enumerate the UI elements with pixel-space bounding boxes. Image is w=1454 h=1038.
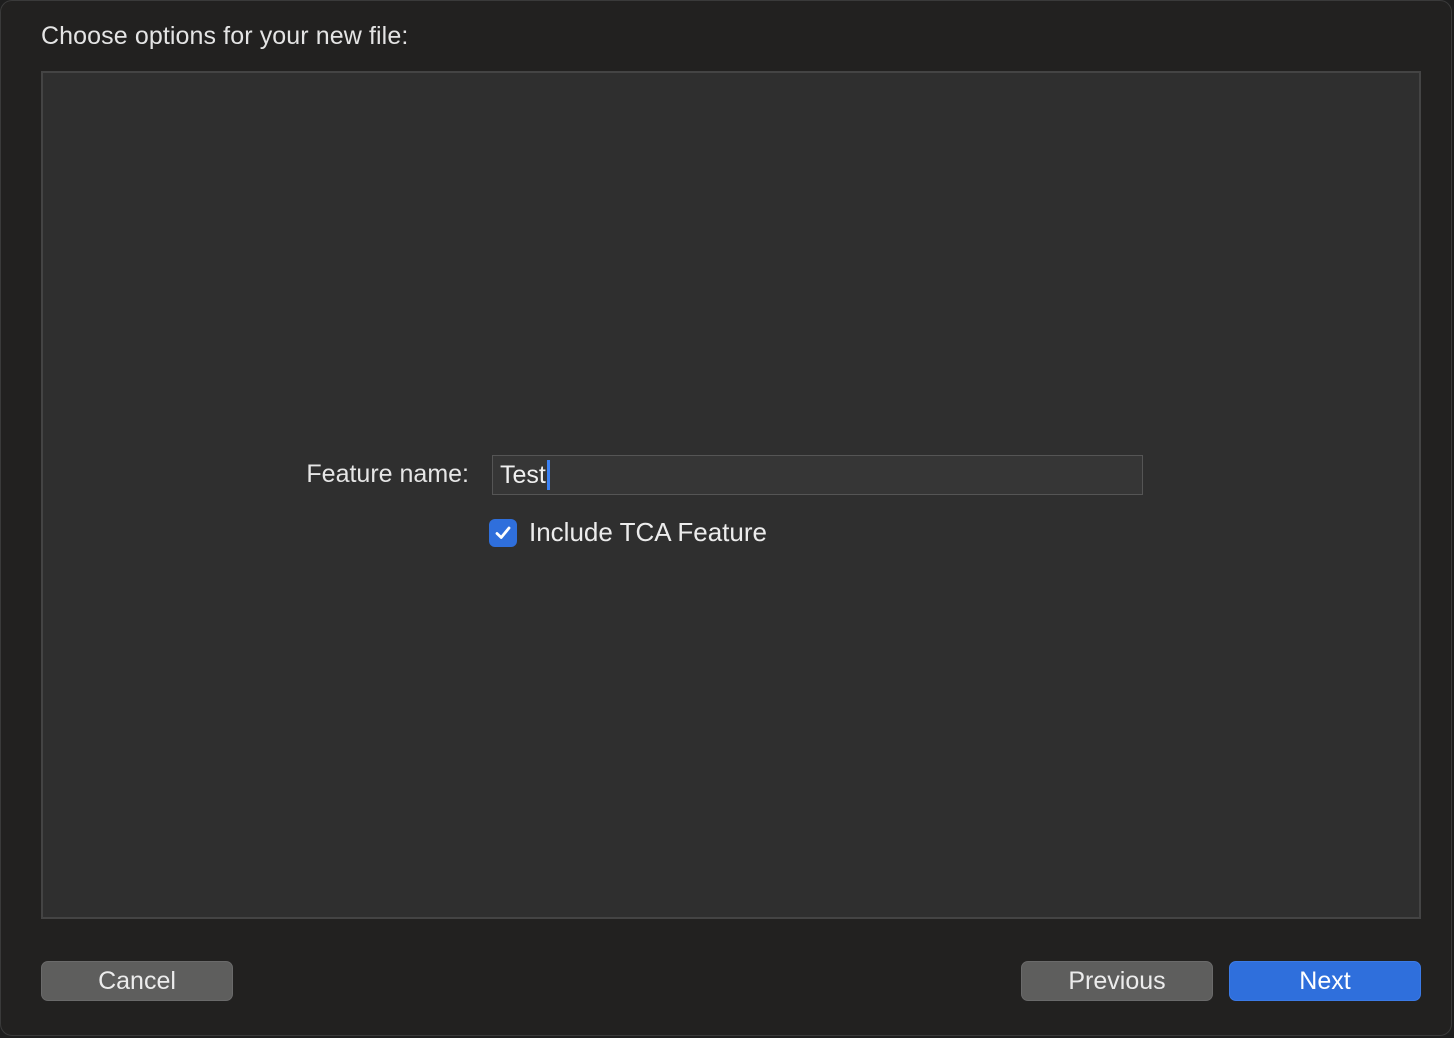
feature-name-input[interactable]: Test [492,455,1143,495]
dialog-title: Choose options for your new file: [41,22,409,50]
new-file-options-dialog: Choose options for your new file: Featur… [0,0,1452,1036]
cancel-button[interactable]: Cancel [41,961,233,1001]
previous-button[interactable]: Previous [1021,961,1213,1001]
include-tca-checkbox-row[interactable]: Include TCA Feature [489,517,767,548]
next-button[interactable]: Next [1229,961,1421,1001]
include-tca-checkbox[interactable] [489,518,517,547]
feature-name-value: Test [500,460,546,489]
include-tca-label: Include TCA Feature [529,517,767,547]
text-caret [546,460,550,490]
checkmark-icon [495,526,511,539]
feature-name-label: Feature name: [306,460,469,488]
options-panel [41,71,1421,919]
